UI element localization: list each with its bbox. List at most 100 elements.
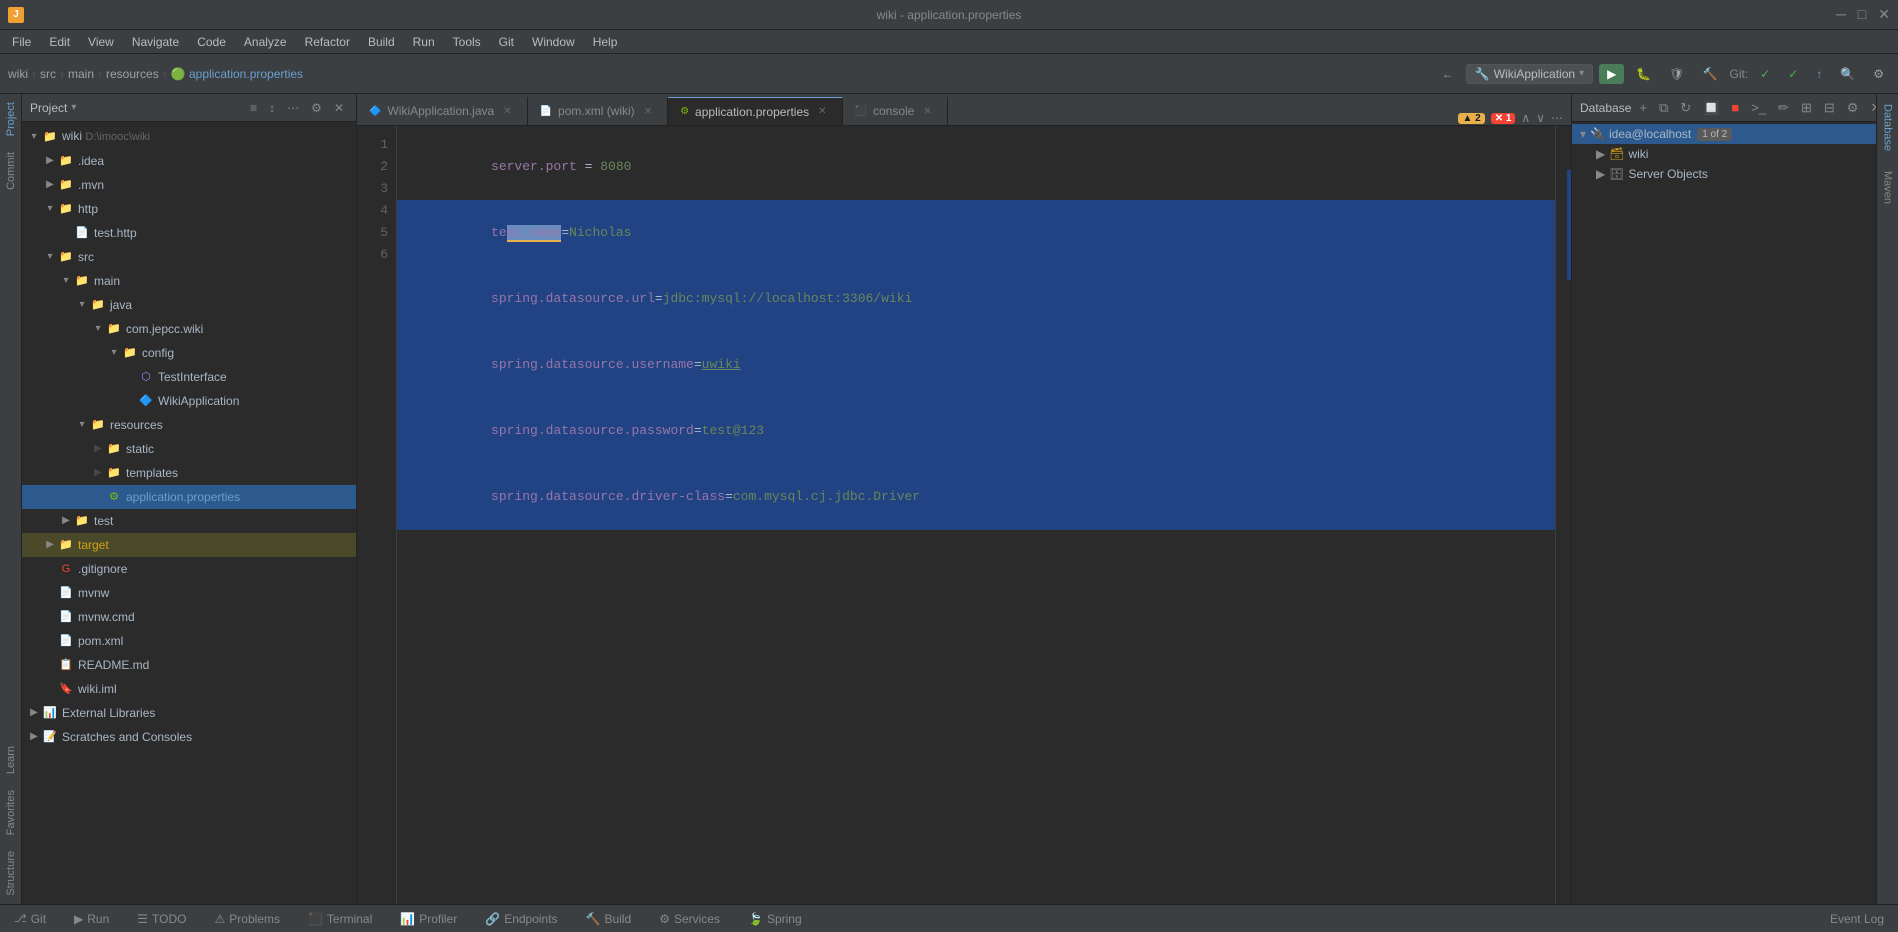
- tree-item-gitignore[interactable]: ▶ G .gitignore: [22, 557, 356, 581]
- tree-item-src[interactable]: ▾ 📁 src: [22, 245, 356, 269]
- tree-item-scratches[interactable]: ▶ 📝 Scratches and Consoles: [22, 725, 356, 749]
- services-status-item[interactable]: ⚙ Services: [653, 910, 726, 928]
- menu-tools[interactable]: Tools: [445, 33, 489, 51]
- menu-git[interactable]: Git: [491, 33, 522, 51]
- database-vtab[interactable]: Database: [1878, 94, 1898, 161]
- event-log-item[interactable]: Event Log: [1824, 910, 1890, 928]
- db-stop-button[interactable]: ■: [1727, 99, 1743, 116]
- collapse-all-button[interactable]: ≡: [246, 99, 261, 117]
- structure-tab[interactable]: Structure: [0, 843, 21, 904]
- tree-item-mvn[interactable]: ▶ 📁 .mvn: [22, 173, 356, 197]
- menu-file[interactable]: File: [4, 33, 39, 51]
- close-tab-wikiapplication[interactable]: ✕: [500, 105, 514, 118]
- tree-item-extlibs[interactable]: ▶ 📊 External Libraries: [22, 701, 356, 725]
- favorites-tab[interactable]: Favorites: [0, 782, 21, 843]
- db-settings-button[interactable]: ⚙: [1843, 99, 1863, 116]
- tree-item-http[interactable]: ▾ 📁 http: [22, 197, 356, 221]
- tab-wikiapplication[interactable]: 🔷 WikiApplication.java ✕: [357, 97, 528, 125]
- sort-button[interactable]: ↕: [265, 99, 279, 117]
- tree-item-resources[interactable]: ▾ 📁 resources: [22, 413, 356, 437]
- git-check-button[interactable]: ✓: [1754, 64, 1776, 84]
- tree-item-readme[interactable]: ▶ 📋 README.md: [22, 653, 356, 677]
- project-dropdown[interactable]: Project ▾: [30, 101, 76, 115]
- tree-item-test[interactable]: ▶ 📁 test: [22, 509, 356, 533]
- build-button[interactable]: 🔨: [1697, 64, 1724, 84]
- menu-refactor[interactable]: Refactor: [297, 33, 358, 51]
- tree-item-com[interactable]: ▾ 📁 com.jepcc.wiki: [22, 317, 356, 341]
- tab-console[interactable]: ⬛ console ✕: [843, 97, 948, 125]
- close-tab-console[interactable]: ✕: [920, 105, 934, 118]
- indicator-nav-down[interactable]: ∨: [1536, 111, 1545, 125]
- db-refresh-button[interactable]: ↻: [1676, 99, 1695, 116]
- run-status-item[interactable]: ▶ Run: [68, 910, 115, 928]
- tree-item-appprops[interactable]: ▶ ⚙ application.properties: [22, 485, 356, 509]
- git-status-item[interactable]: ⎇ Git: [8, 910, 52, 928]
- debug-button[interactable]: 🐛: [1630, 64, 1657, 84]
- maximize-button[interactable]: □: [1858, 6, 1866, 23]
- breadcrumb-src[interactable]: src: [40, 67, 56, 81]
- menu-help[interactable]: Help: [585, 33, 626, 51]
- dots-button[interactable]: ⋯: [283, 99, 303, 117]
- tree-item-config[interactable]: ▾ 📁 config: [22, 341, 356, 365]
- breadcrumb-file[interactable]: 🟢 application.properties: [171, 67, 303, 81]
- close-panel-button[interactable]: ✕: [330, 99, 348, 117]
- db-console-button[interactable]: >_: [1747, 99, 1770, 116]
- db-filter-button[interactable]: ⊟: [1820, 99, 1839, 116]
- db-item-localhost[interactable]: ▾ 🔌 idea@localhost 1 of 2: [1572, 124, 1876, 144]
- tree-item-target[interactable]: ▶ 📁 target: [22, 533, 356, 557]
- breadcrumb-wiki[interactable]: wiki: [8, 67, 28, 81]
- tree-item-wiki[interactable]: ▾ 📁 wiki D:\imooc\wiki: [22, 124, 356, 149]
- menu-navigate[interactable]: Navigate: [124, 33, 187, 51]
- menu-run[interactable]: Run: [405, 33, 443, 51]
- close-tab-appprops[interactable]: ✕: [815, 105, 829, 118]
- git-push-button[interactable]: ↑: [1810, 64, 1828, 84]
- db-add-button[interactable]: +: [1635, 99, 1651, 116]
- close-button[interactable]: ✕: [1878, 6, 1890, 23]
- terminal-status-item[interactable]: ⬛ Terminal: [302, 910, 378, 928]
- code-area[interactable]: server.port = 8080 test.name=Nicholas sp…: [397, 126, 1555, 904]
- learn-tab[interactable]: Learn: [0, 738, 21, 782]
- tree-item-pomxml[interactable]: ▶ 📄 pom.xml: [22, 629, 356, 653]
- tree-item-testinterface[interactable]: ▶ ⬡ TestInterface: [22, 365, 356, 389]
- menu-window[interactable]: Window: [524, 33, 583, 51]
- settings-gear-button[interactable]: ⚙: [307, 99, 326, 117]
- db-copy-button[interactable]: ⧉: [1655, 99, 1672, 116]
- menu-view[interactable]: View: [80, 33, 122, 51]
- db-item-server-objects[interactable]: ▶ 🗄 Server Objects: [1572, 164, 1876, 184]
- db-schema-button[interactable]: 🔲: [1699, 99, 1723, 116]
- settings-button[interactable]: ⚙: [1867, 64, 1890, 84]
- db-table-button[interactable]: ⊞: [1797, 99, 1816, 116]
- breadcrumb-main[interactable]: main: [68, 67, 94, 81]
- project-tab[interactable]: Project: [0, 94, 21, 144]
- db-edit-button[interactable]: ✏: [1774, 99, 1793, 116]
- tree-item-idea[interactable]: ▶ 📁 .idea: [22, 149, 356, 173]
- build-status-item[interactable]: 🔨 Build: [580, 910, 638, 928]
- tree-item-mvnw[interactable]: ▶ 📄 mvnw: [22, 581, 356, 605]
- profiler-status-item[interactable]: 📊 Profiler: [394, 910, 463, 928]
- search-everywhere-button[interactable]: 🔍: [1834, 64, 1861, 84]
- tab-appprops[interactable]: ⚙ application.properties ✕: [668, 97, 842, 125]
- coverage-button[interactable]: 🛡: [1663, 64, 1690, 84]
- problems-status-item[interactable]: ⚠ Problems: [209, 910, 286, 928]
- menu-analyze[interactable]: Analyze: [236, 33, 295, 51]
- todo-status-item[interactable]: ☰ TODO: [131, 910, 192, 928]
- menu-code[interactable]: Code: [189, 33, 234, 51]
- tree-item-static[interactable]: ▶ 📁 static: [22, 437, 356, 461]
- spring-status-item[interactable]: 🍃 Spring: [742, 910, 808, 928]
- menu-build[interactable]: Build: [360, 33, 403, 51]
- run-button[interactable]: ▶: [1599, 64, 1624, 84]
- breadcrumb-resources[interactable]: resources: [106, 67, 159, 81]
- tree-item-main[interactable]: ▾ 📁 main: [22, 269, 356, 293]
- git-commit-button[interactable]: ✓: [1782, 64, 1804, 84]
- endpoints-status-item[interactable]: 🔗 Endpoints: [479, 910, 563, 928]
- indicator-more[interactable]: ⋯: [1551, 111, 1563, 125]
- tree-item-templates[interactable]: ▶ 📁 templates: [22, 461, 356, 485]
- run-config-selector[interactable]: 🔧 WikiApplication ▾: [1466, 64, 1593, 84]
- db-item-wiki[interactable]: ▶ 🗃 wiki: [1572, 144, 1876, 164]
- indicator-nav-up[interactable]: ∧: [1521, 111, 1530, 125]
- minimize-button[interactable]: ─: [1836, 6, 1846, 23]
- tree-item-wikiapp[interactable]: ▶ 🔷 WikiApplication: [22, 389, 356, 413]
- back-button[interactable]: ←: [1436, 64, 1460, 84]
- tab-pomxml[interactable]: 📄 pom.xml (wiki) ✕: [528, 97, 669, 125]
- close-tab-pomxml[interactable]: ✕: [641, 105, 655, 118]
